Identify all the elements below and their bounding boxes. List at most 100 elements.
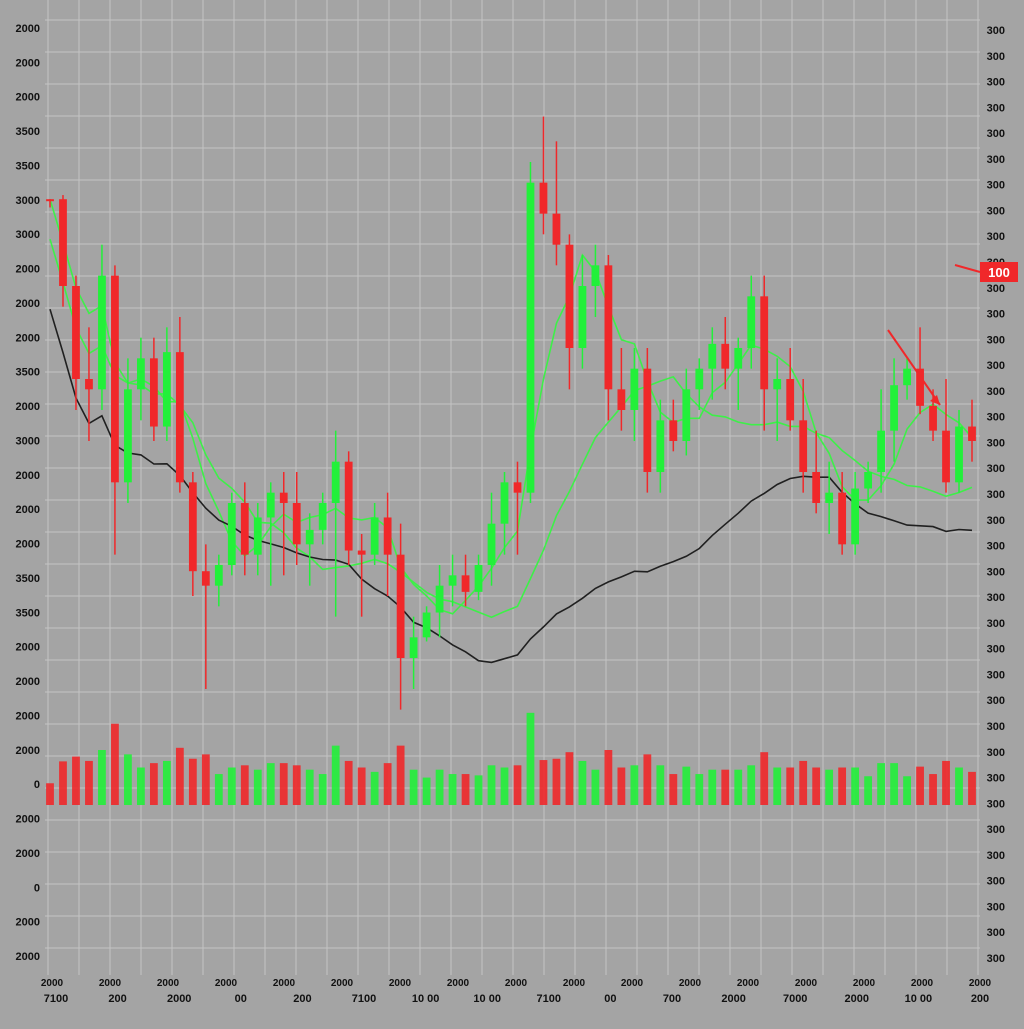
candle-body [72, 286, 80, 379]
x-axis-tick-label: 7100 [352, 993, 376, 1005]
left-axis-tick-label: 2000 [16, 642, 40, 654]
candle-body [708, 343, 717, 369]
right-axis-tick-label: 300 [987, 721, 1005, 733]
candle-body [474, 565, 483, 592]
volume-bar [799, 760, 808, 805]
candle [890, 358, 898, 462]
volume-bar [669, 774, 678, 805]
right-axis-tick-label: 300 [987, 231, 1005, 243]
volume-bar [292, 765, 301, 805]
volume-bar [760, 752, 769, 805]
candle [708, 327, 717, 400]
right-axis-tick-label: 300 [987, 205, 1005, 217]
left-axis-tick-label: 3000 [16, 435, 40, 447]
candle-body [175, 352, 184, 483]
candle [162, 327, 171, 441]
candle-body [513, 482, 522, 493]
candle-body [435, 585, 444, 613]
candle [578, 255, 587, 369]
moving-average-lines [49, 198, 973, 664]
right-axis-tick-label: 300 [987, 798, 1005, 810]
x-axis-tick-label: 2000 [621, 978, 644, 989]
candle [799, 379, 808, 493]
candle-body [656, 420, 665, 472]
volume-bar [968, 771, 976, 805]
right-axis-tick-label: 300 [987, 489, 1005, 501]
volume-bar [734, 769, 743, 805]
volume-bar [630, 765, 639, 805]
candle [331, 430, 340, 617]
volume-bar [357, 767, 366, 805]
candle-body [838, 492, 847, 545]
candle [474, 554, 483, 601]
right-axis-tick-label: 300 [987, 566, 1005, 578]
left-axis-tick-label: 2000 [16, 57, 40, 69]
left-axis-tick-label: 3000 [16, 229, 40, 241]
candle [396, 523, 405, 710]
x-axis-tick-label: 2000 [911, 978, 934, 989]
volume-bar [124, 754, 132, 805]
candle-body [578, 286, 587, 348]
volume-bar [383, 763, 392, 805]
volume-bar [396, 745, 405, 805]
candle-body [552, 213, 561, 245]
left-axis-tick-label: 2000 [16, 710, 40, 722]
candle [643, 348, 652, 493]
x-axis-tick-label: 2000 [505, 978, 528, 989]
candle-body [786, 379, 795, 421]
candle-body [630, 368, 639, 410]
right-axis-tick-label: 300 [987, 309, 1005, 321]
volume-bar [708, 769, 717, 805]
right-axis-tick-label: 300 [987, 773, 1005, 785]
x-axis-tick-label: 2000 [795, 978, 818, 989]
candle-body [747, 296, 756, 348]
left-axis-tick-label: 2000 [16, 745, 40, 757]
left-axis-tick-label: 0 [34, 779, 40, 791]
volume-bar [773, 767, 782, 805]
volume-bar [552, 758, 561, 805]
volume-bar [864, 776, 873, 805]
left-axis-tick-label: 2000 [16, 23, 40, 35]
candle-body [149, 358, 158, 427]
candle-body [487, 523, 496, 565]
candle-body [46, 199, 54, 202]
volume-bar [137, 767, 145, 805]
candle-body [617, 389, 626, 410]
left-axis-tick-label: 2000 [16, 917, 40, 929]
candle-body [59, 199, 67, 286]
candle [669, 399, 678, 452]
candle [591, 244, 600, 317]
candle [500, 472, 509, 555]
candle-body [526, 182, 535, 493]
x-axis-tick-label: 2000 [853, 978, 876, 989]
right-axis-tick-label: 300 [987, 850, 1005, 862]
candle-body [669, 420, 678, 441]
candle-body [214, 565, 223, 586]
right-axis-tick-label: 300 [987, 128, 1005, 140]
volume-bar [942, 760, 950, 805]
candle-body [85, 379, 93, 390]
x-axis-tick-label: 2000 [563, 978, 586, 989]
x-axis-tick-label: 2000 [41, 978, 64, 989]
candle-body [929, 405, 937, 431]
candle-body [877, 430, 885, 472]
price-pointer-line [954, 264, 981, 273]
candle-body [318, 503, 327, 530]
volume-bar [500, 767, 509, 805]
volume-bar [461, 774, 470, 805]
volume-bars [46, 712, 976, 805]
right-axis-tick-label: 300 [987, 51, 1005, 63]
candle-body [124, 389, 132, 483]
candle-body [565, 244, 574, 348]
right-axis-tick-label: 300 [987, 334, 1005, 346]
x-axis-tick-label: 200 [108, 993, 126, 1005]
volume-bar [175, 747, 184, 805]
candle-body [864, 472, 873, 489]
candle [227, 492, 236, 576]
candle-body [98, 275, 106, 390]
left-axis-tick-label: 3000 [16, 195, 40, 207]
volume-bar [721, 769, 730, 805]
candle [422, 606, 431, 642]
right-axis-tick-label: 300 [987, 541, 1005, 553]
candle [266, 482, 275, 586]
